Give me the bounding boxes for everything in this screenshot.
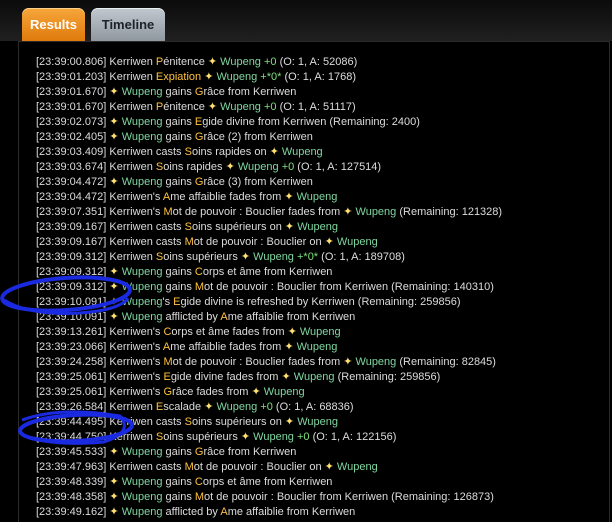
annotation-overlay (0, 275, 134, 445)
